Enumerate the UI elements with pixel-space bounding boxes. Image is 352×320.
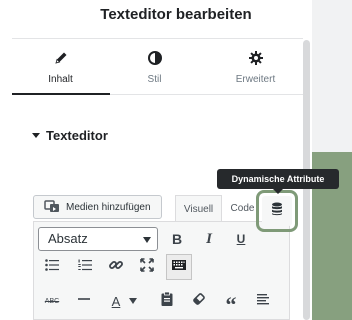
- keyboard-icon: [171, 258, 187, 277]
- strikethrough-button[interactable]: ABC: [39, 288, 65, 314]
- horizontal-line-button[interactable]: [71, 288, 97, 314]
- link-button[interactable]: [103, 254, 129, 280]
- bold-button[interactable]: B: [164, 226, 190, 252]
- caret-down-icon: [129, 298, 137, 304]
- numbered-list-icon: [77, 257, 93, 278]
- editor-panel: Texteditor bearbeiten Inhalt Stil Erweit…: [0, 0, 312, 320]
- bullet-list-icon: [44, 257, 60, 278]
- italic-label: I: [206, 230, 212, 247]
- eraser-icon: [191, 291, 207, 312]
- italic-button[interactable]: I: [196, 226, 222, 252]
- tooltip: Dynamische Attribute: [217, 169, 339, 194]
- caret-down-icon: [32, 133, 40, 138]
- align-left-icon: [256, 292, 270, 311]
- underline-label: U: [236, 232, 246, 246]
- tab-erweitert[interactable]: Erweitert: [207, 44, 304, 94]
- text-color-dropdown[interactable]: [126, 288, 140, 314]
- clipboard-icon: [160, 291, 174, 312]
- add-media-label: Medien hinzufügen: [66, 201, 151, 213]
- tab-stil[interactable]: Stil: [106, 44, 203, 94]
- format-select-value: Absatz: [48, 231, 88, 246]
- page-canvas-edge: [312, 0, 352, 320]
- panel-title: Texteditor bearbeiten: [100, 6, 252, 23]
- format-select[interactable]: Absatz: [38, 227, 158, 251]
- expand-icon: [139, 257, 155, 278]
- pencil-icon: [12, 50, 109, 68]
- numbered-list-button[interactable]: [72, 254, 98, 280]
- toolbar-toggle-button[interactable]: [166, 254, 192, 280]
- dynamic-attributes-button[interactable]: [262, 196, 292, 226]
- active-tab-indicator: [12, 93, 110, 95]
- horizontal-line-icon: [77, 292, 91, 311]
- tab-inhalt[interactable]: Inhalt: [12, 44, 109, 94]
- add-media-button[interactable]: Medien hinzufügen: [33, 195, 162, 219]
- tab-stil-label: Stil: [147, 74, 162, 85]
- blockquote-button[interactable]: “: [218, 288, 244, 317]
- header-divider: [12, 38, 303, 39]
- link-icon: [108, 257, 124, 278]
- tab-code[interactable]: Code: [226, 195, 259, 222]
- tabs-divider: [110, 94, 303, 95]
- paste-text-button[interactable]: [154, 288, 180, 314]
- bullet-list-button[interactable]: [39, 254, 65, 280]
- clear-formatting-button[interactable]: [186, 288, 212, 314]
- media-icon: [44, 198, 60, 217]
- strikethrough-label: ABC: [44, 297, 60, 305]
- text-color-label: A: [111, 293, 121, 309]
- align-left-button[interactable]: [250, 288, 276, 314]
- section-title: Texteditor: [46, 128, 108, 143]
- tab-inhalt-label: Inhalt: [48, 74, 73, 85]
- section-toggle-texteditor[interactable]: Texteditor: [32, 128, 108, 143]
- underline-button[interactable]: U: [228, 226, 254, 252]
- database-icon: [271, 202, 283, 221]
- tab-visual[interactable]: Visuell: [175, 195, 222, 222]
- quote-label: “: [225, 292, 237, 317]
- half-circle-icon: [106, 50, 203, 68]
- gear-icon: [207, 50, 304, 68]
- chevron-down-icon: [143, 237, 151, 243]
- fullscreen-button[interactable]: [134, 254, 160, 280]
- bold-label: B: [171, 231, 183, 247]
- tab-erweitert-label: Erweitert: [235, 74, 276, 85]
